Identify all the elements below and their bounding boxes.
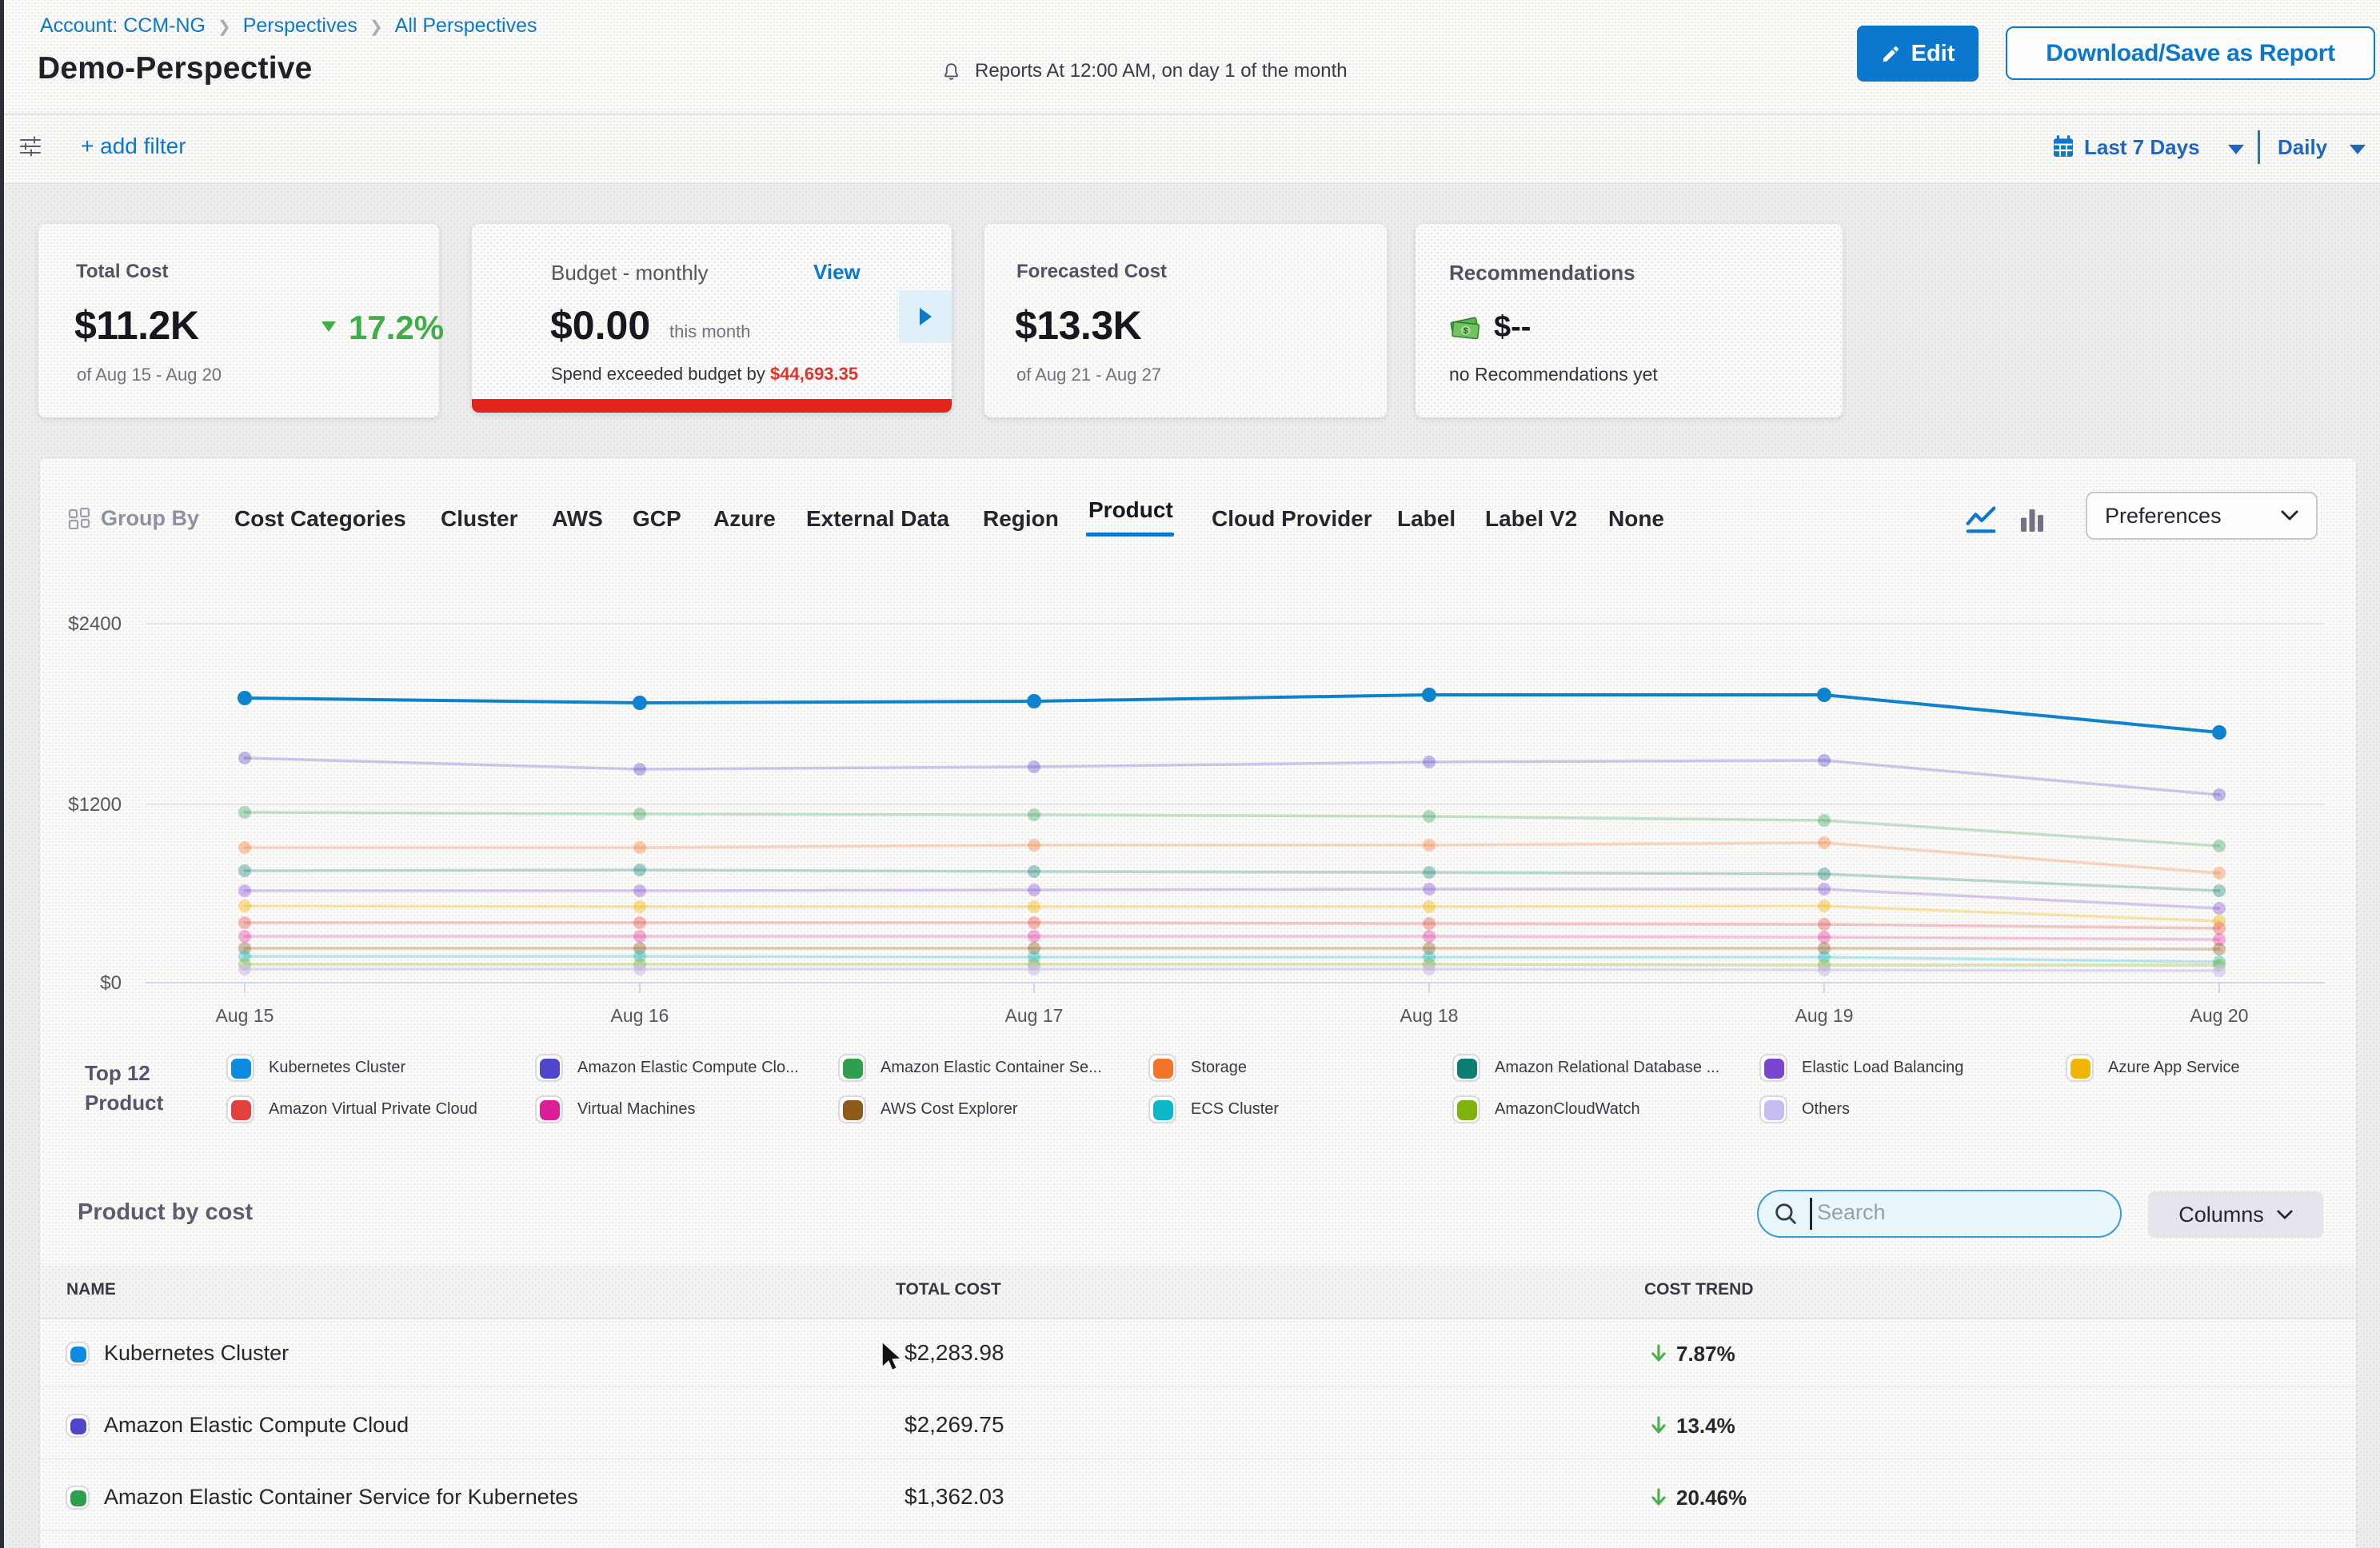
- svg-text:$: $: [1463, 326, 1468, 337]
